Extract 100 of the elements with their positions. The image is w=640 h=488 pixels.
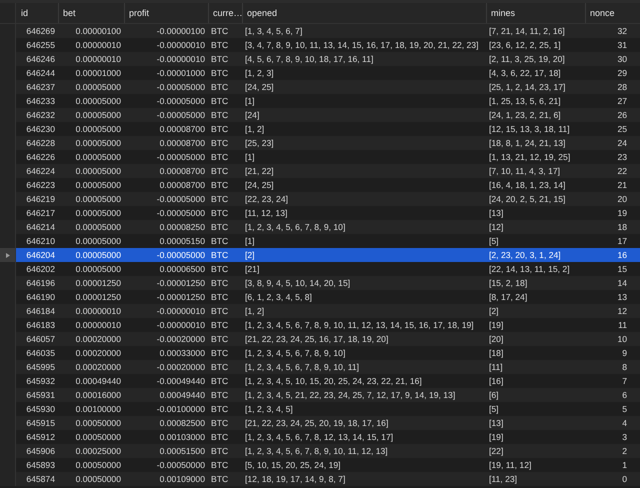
column-header[interactable]: id <box>16 3 58 23</box>
table-cell-text: [2, 11, 3, 25, 19, 20] <box>488 53 566 66</box>
table-cell-text: 0.00001000 <box>74 67 122 80</box>
table-cell-text: BTC <box>210 347 230 360</box>
table-cell-text: 646232 <box>25 109 56 122</box>
table-cell-text: BTC <box>210 361 230 374</box>
table-cell-text: BTC <box>210 109 230 122</box>
table-cell-text: [1, 13, 21, 12, 19, 25] <box>488 151 572 164</box>
table-cell-text: 645930 <box>25 403 56 416</box>
table-row[interactable]: 645874 0.00050000 0.00109000 BTC [12, 18, 19, 17, 14, 9, 8, 7] [11, 23] 0 <box>0 472 640 486</box>
table-cell-text: [4, 3, 6, 22, 17, 18] <box>488 67 562 80</box>
table-row[interactable]: 646232 0.00005000 -0.00005000 BTC [24] [24, 1, 23, 2, 21, 6] 26 <box>0 108 640 122</box>
table-cell-text: 646196 <box>25 277 56 290</box>
table-cell-text: 11 <box>617 319 628 332</box>
table-cell-text: [6, 1, 2, 3, 4, 5, 8] <box>244 291 313 304</box>
table-cell-text: 0.00016000 <box>74 389 122 402</box>
table-cell-text: 17 <box>616 235 628 248</box>
table-cell-text: BTC <box>210 417 230 430</box>
table-cell-text: BTC <box>210 473 230 486</box>
table-cell-text: 0.00025000 <box>74 445 122 458</box>
table-row[interactable]: 646237 0.00005000 -0.00005000 BTC [24, 25] [25, 1, 2, 14, 23, 17] 28 <box>0 80 640 94</box>
table-cell-text: 646223 <box>25 179 56 192</box>
table-row[interactable]: 646196 0.00001250 -0.00001250 BTC [3, 8, 9, 4, 5, 10, 14, 20, 15] [15, 2, 18] 14 <box>0 276 640 290</box>
column-header[interactable]: mines <box>486 3 585 23</box>
table-cell-text: 0.00005000 <box>74 193 122 206</box>
table-cell-text: 20 <box>616 193 628 206</box>
table-row[interactable]: 645906 0.00025000 0.00051500 BTC [1, 2, 3, 4, 5, 6, 7, 8, 9, 10, 11, 12, 13] [22] 2 <box>0 444 640 458</box>
table-cell-text: [5] <box>488 235 500 248</box>
table-row[interactable]: 646184 0.00000010 -0.00000010 BTC [1, 2] [2] 12 <box>0 304 640 318</box>
table-cell-text: 0.00005000 <box>74 207 122 220</box>
table-cell-text: [3, 8, 9, 4, 5, 10, 14, 20, 15] <box>244 277 352 290</box>
table-cell-text: 9 <box>621 347 628 360</box>
table-cell-text: 0.00049440 <box>158 389 206 402</box>
table-cell-text: [11, 23] <box>488 473 518 486</box>
row-header[interactable] <box>0 248 16 262</box>
table-row[interactable]: 646224 0.00005000 0.00008700 BTC [21, 22] [7, 10, 11, 4, 3, 17] 22 <box>0 164 640 178</box>
table-cell-text: 14 <box>616 277 628 290</box>
table-cell-text: [19] <box>488 319 504 332</box>
table-cell-text: BTC <box>210 179 230 192</box>
table-cell-text: 645912 <box>25 431 56 444</box>
table-cell-text: 0.00006500 <box>158 263 206 276</box>
table-cell-text: 0.00000100 <box>74 25 122 38</box>
table-cell-text: -0.00000010 <box>156 305 206 318</box>
table-cell-text: [1, 2, 3, 4, 5, 6, 7, 8, 9, 10, 11] <box>244 361 360 374</box>
table-cell-text: 646190 <box>25 291 56 304</box>
table-row[interactable]: 645995 0.00020000 -0.00020000 BTC [1, 2, 3, 4, 5, 6, 7, 8, 9, 10, 11] [11] 8 <box>0 360 640 374</box>
table-row[interactable]: 646228 0.00005000 0.00008700 BTC [25, 23] [18, 8, 1, 24, 21, 13] 24 <box>0 136 640 150</box>
table-cell-text: [20] <box>488 333 504 346</box>
table-row[interactable]: 646057 0.00020000 -0.00020000 BTC [21, 22, 23, 24, 25, 16, 17, 18, 19, 20] [20] 10 <box>0 332 640 346</box>
table-cell-text: BTC <box>210 123 230 136</box>
table-cell-text: -0.00000010 <box>156 53 206 66</box>
table-cell-text: [1, 2, 3, 4, 5, 6, 7, 8, 9, 10] <box>244 347 346 360</box>
table-cell-text: 0.00005150 <box>158 235 206 248</box>
table-cell-text: 0.00008700 <box>158 137 206 150</box>
table-cell-text: -0.00005000 <box>156 249 206 262</box>
table-cell-text: 30 <box>616 53 628 66</box>
table-cell-text: -0.00001250 <box>156 291 206 304</box>
table-cell-text: 0.00005000 <box>74 179 122 192</box>
table-cell-text: 0.00005000 <box>74 263 122 276</box>
table-row[interactable]: 646219 0.00005000 -0.00005000 BTC [22, 23, 24] [24, 20, 2, 5, 21, 15] 20 <box>0 192 640 206</box>
table-cell-text: [1, 2] <box>244 123 266 136</box>
table-cell-text: [1, 2, 3, 4, 5, 10, 15, 20, 25, 24, 23, 22, 21, 16] <box>244 375 423 388</box>
table-cell-text: 15 <box>616 263 628 276</box>
table-cell-text: [24, 25] <box>244 81 275 94</box>
table-cell-text: [1] <box>244 95 256 108</box>
table-row[interactable]: 645931 0.00016000 0.00049440 BTC [1, 2, 3, 4, 5, 21, 22, 23, 24, 25, 7, 12, 17, 9, 14, 19, 13] [6] 6 <box>0 388 640 402</box>
table-cell-text: 646219 <box>25 193 56 206</box>
column-header[interactable]: opened <box>242 3 486 23</box>
table-cell-text: [12] <box>488 221 504 234</box>
table-cell-text: [1, 2, 3, 4, 5, 6, 7, 8, 9, 10, 11, 12, 13] <box>244 445 389 458</box>
table-cell-text: 645874 <box>25 473 56 486</box>
column-header[interactable]: bet <box>58 3 124 23</box>
table-cell-text: 646214 <box>25 221 56 234</box>
table-cell-text: [1, 3, 4, 5, 6, 7] <box>244 25 304 38</box>
table-row[interactable]: 646269 0.00000100 -0.00000100 BTC [1, 3, 4, 5, 6, 7] [7, 21, 14, 11, 2, 16] 32 <box>0 24 640 38</box>
table-cell-text: [25, 23] <box>244 137 275 150</box>
table-cell-text: 646183 <box>25 319 56 332</box>
table-row[interactable]: 646246 0.00000010 -0.00000010 BTC [4, 5, 6, 7, 8, 9, 10, 18, 17, 16, 11] [2, 11, 3, 25, 19, 20] 30 <box>0 52 640 66</box>
table-cell-text: BTC <box>210 151 230 164</box>
table-cell-text: 0.00001250 <box>74 277 122 290</box>
table-cell-text: [13] <box>488 417 504 430</box>
table-cell-text: 646244 <box>25 67 56 80</box>
column-header[interactable]: curre… <box>208 3 242 23</box>
table-cell-text: 646035 <box>25 347 56 360</box>
table-row[interactable]: 646214 0.00005000 0.00008250 BTC [1, 2, 3, 4, 5, 6, 7, 8, 9, 10] [12] 18 <box>0 220 640 234</box>
table-row[interactable]: 646204 0.00005000 -0.00005000 BTC [2] [2, 23, 20, 3, 1, 24] 16 <box>0 248 640 262</box>
table-cell-text: 646184 <box>25 305 56 318</box>
table-row[interactable]: 645915 0.00050000 0.00082500 BTC [21, 22, 23, 24, 25, 20, 19, 18, 17, 16] [13] 4 <box>0 416 640 430</box>
table-cell-text: BTC <box>210 277 230 290</box>
table-cell-text: 0.00000010 <box>74 319 122 332</box>
table-cell-text: 646269 <box>25 25 56 38</box>
table-cell-text: BTC <box>210 249 230 262</box>
column-header[interactable]: profit <box>124 3 208 23</box>
table-cell-text: [1, 2] <box>244 305 266 318</box>
table-cell-text: BTC <box>210 375 230 388</box>
table-cell-text: 0.00005000 <box>74 151 122 164</box>
table-cell-text: [1] <box>244 235 256 248</box>
table-cell-text: 645906 <box>25 445 56 458</box>
column-header[interactable]: nonce <box>585 3 630 23</box>
table-cell-text: 26 <box>616 109 628 122</box>
